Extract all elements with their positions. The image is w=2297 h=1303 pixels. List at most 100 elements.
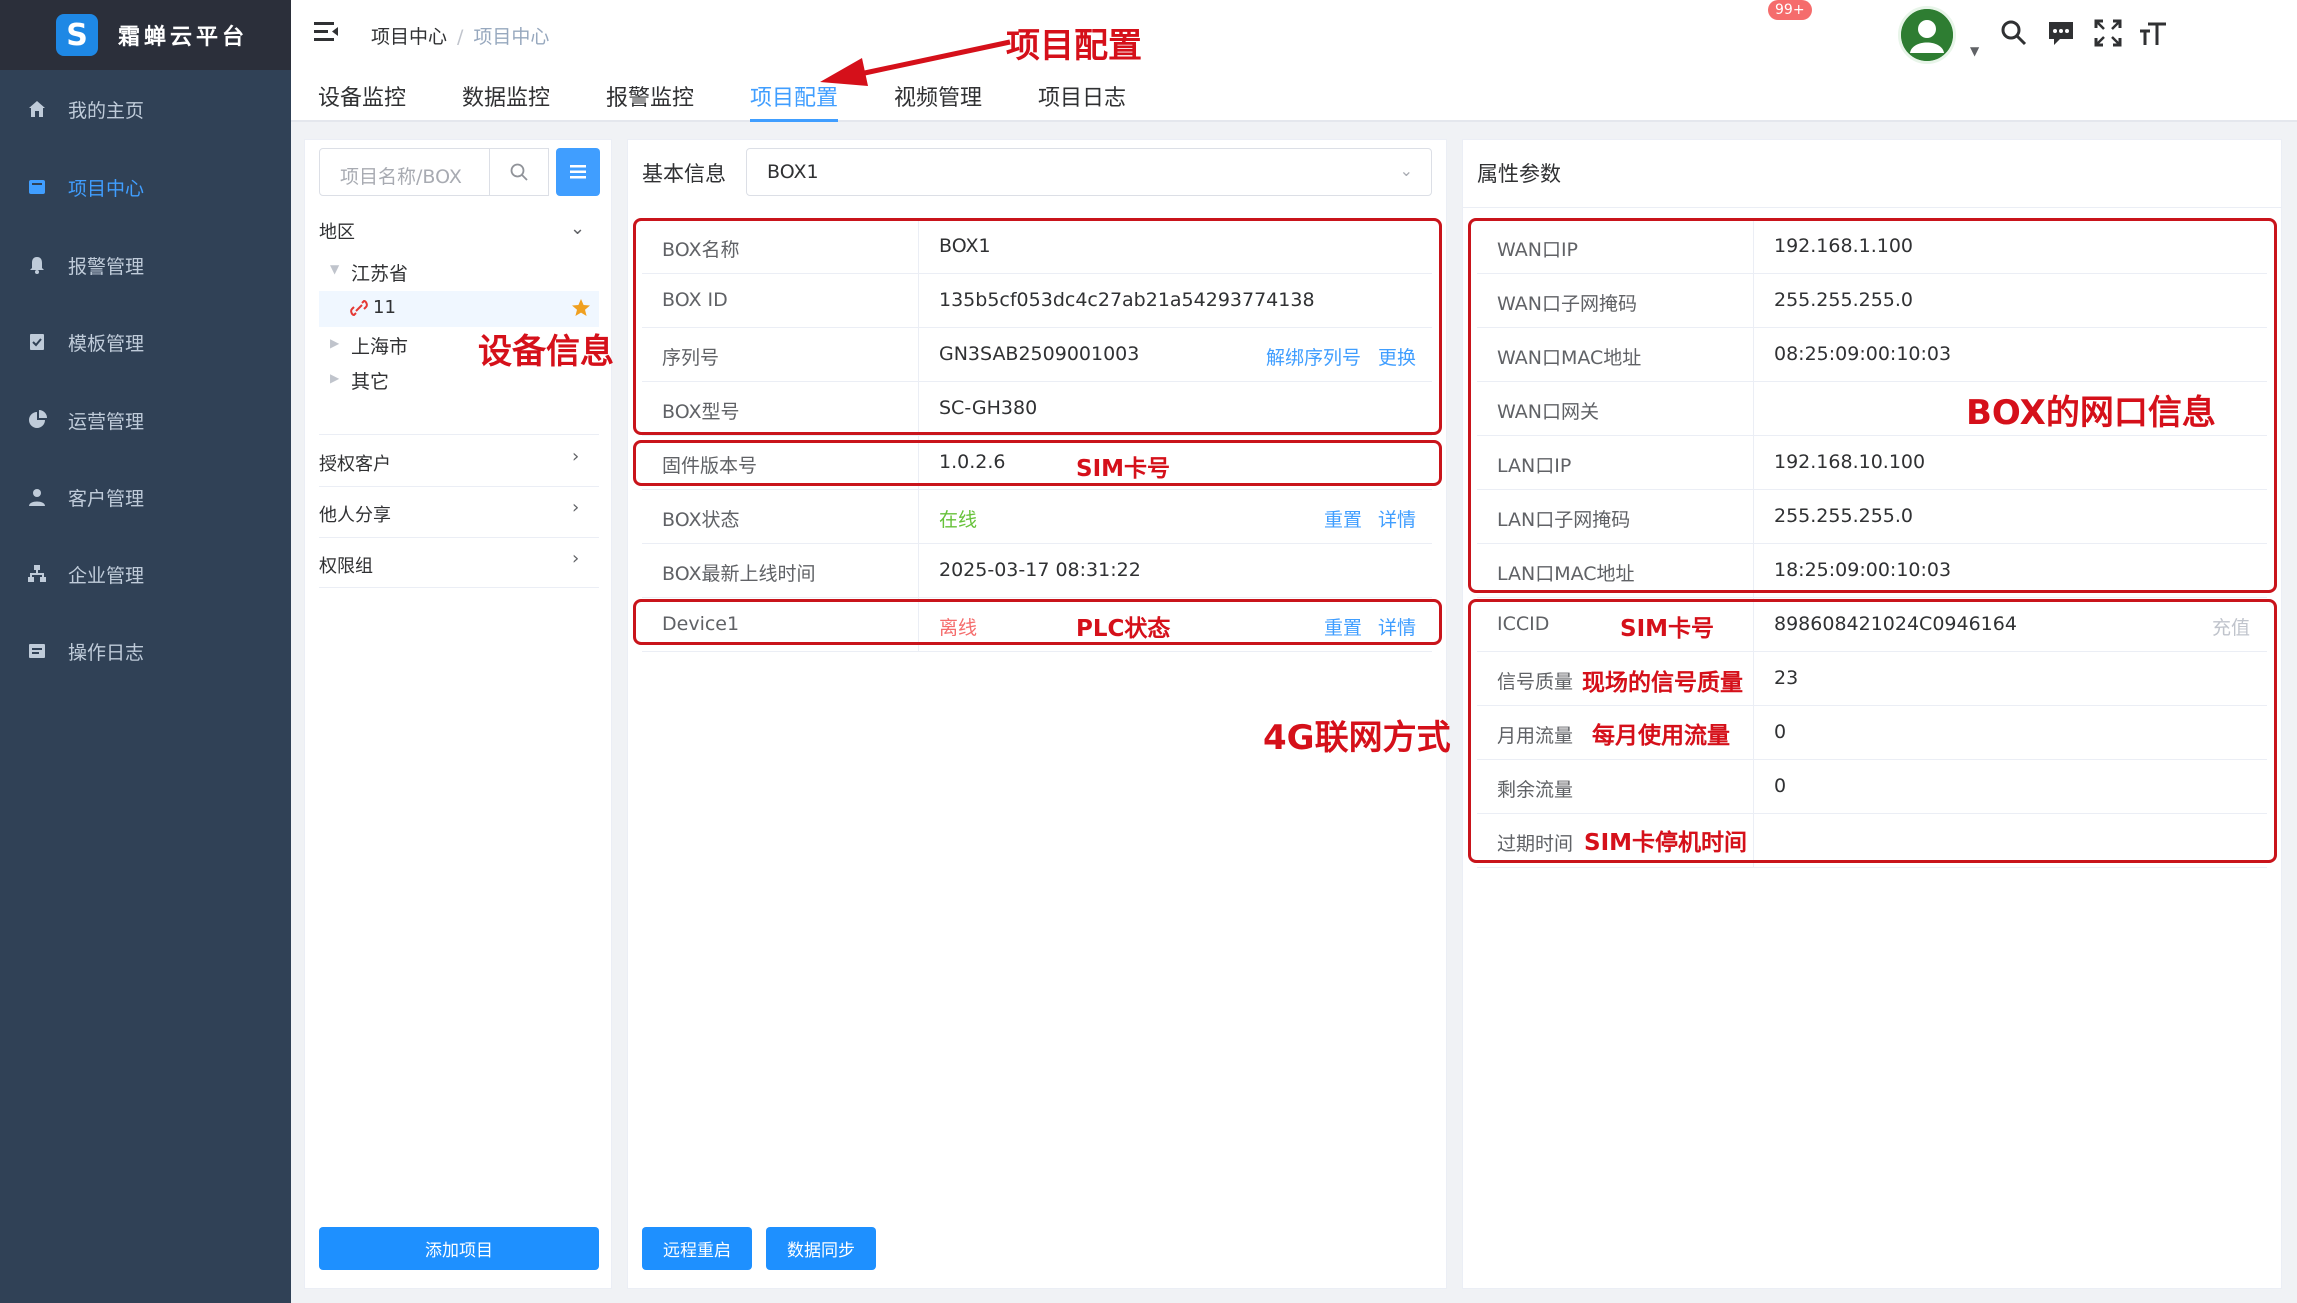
add-project-button[interactable]: 添加项目 <box>319 1227 599 1270</box>
box-select-value: BOX1 <box>767 161 819 183</box>
sidebar-item-project-center[interactable]: 项目中心 <box>0 157 291 217</box>
tab-alarm-monitor[interactable]: 报警监控 <box>606 80 694 122</box>
fullscreen-icon[interactable] <box>2093 18 2123 48</box>
app-title: 霜蝉云平台 <box>118 25 249 50</box>
box-select[interactable]: BOX1 ⌄ <box>746 148 1432 196</box>
sidebar-item-label: 操作日志 <box>68 641 145 664</box>
org-icon <box>26 563 48 585</box>
chevron-down-icon[interactable]: ⌄ <box>570 218 585 239</box>
caret-right-icon[interactable]: ▶ <box>330 336 339 350</box>
sidebar-item-label: 客户管理 <box>68 487 145 510</box>
annotation-sim-card-2: SIM卡号 <box>1620 616 1715 642</box>
search-icon <box>510 163 528 181</box>
tree-node-shanghai[interactable]: 上海市 <box>351 332 408 359</box>
sidebar-item-label: 运营管理 <box>68 410 145 433</box>
annotation-sim-card: SIM卡号 <box>1076 456 1171 482</box>
sidebar-item-home[interactable]: 我的主页 <box>0 79 291 139</box>
hamburger-icon[interactable] <box>314 21 338 43</box>
highlight-device-info <box>633 218 1442 435</box>
bell-icon <box>26 254 48 276</box>
tab-bar: 设备监控 数据监控 报警监控 项目配置 视频管理 项目日志 <box>291 70 2297 122</box>
section-authorized-customers[interactable]: 授权客户 <box>319 450 391 476</box>
list-icon <box>570 165 586 179</box>
annotation-box-network: BOX的网口信息 <box>1966 393 2216 433</box>
divider <box>319 486 599 487</box>
message-icon[interactable] <box>2046 18 2076 48</box>
sidebar-item-label: 我的主页 <box>68 99 145 122</box>
logo-icon: S <box>56 14 98 56</box>
chevron-right-icon[interactable]: › <box>572 497 579 518</box>
remote-reboot-button[interactable]: 远程重启 <box>642 1227 752 1270</box>
table-row: BOX最新上线时间 2025-03-17 08:31:22 <box>642 544 1432 598</box>
home-icon <box>26 98 48 120</box>
caret-down-icon[interactable]: ▼ <box>330 262 339 276</box>
status-online: 在线 <box>939 509 978 531</box>
sidebar-item-operation-log[interactable]: 操作日志 <box>0 621 291 681</box>
tab-project-log[interactable]: 项目日志 <box>1038 80 1126 122</box>
basic-info-title: 基本信息 <box>642 162 726 186</box>
annotation-4g-network: 4G联网方式 <box>1263 718 1451 758</box>
search-icon[interactable] <box>1999 18 2029 48</box>
logo-bar: S 霜蝉云平台 <box>0 0 291 70</box>
chevron-right-icon[interactable]: › <box>572 548 579 569</box>
annotation-plc-status: PLC状态 <box>1076 616 1171 642</box>
tab-data-monitor[interactable]: 数据监控 <box>462 80 550 122</box>
breadcrumb-item[interactable]: 项目中心 <box>371 26 447 48</box>
sidebar-item-label: 报警管理 <box>68 255 145 278</box>
section-others-share[interactable]: 他人分享 <box>319 501 391 527</box>
sidebar-item-label: 企业管理 <box>68 564 145 587</box>
sidebar-item-operations[interactable]: 运营管理 <box>0 390 291 450</box>
divider <box>319 587 599 588</box>
tree-node-province[interactable]: 江苏省 <box>351 259 408 286</box>
divider <box>319 537 599 538</box>
table-row: BOX状态 在线 重置 详情 <box>642 490 1432 544</box>
sidebar-item-label: 模板管理 <box>68 332 145 355</box>
annotation-project-config: 项目配置 <box>1006 26 1142 66</box>
user-icon <box>26 486 48 508</box>
project-icon <box>26 176 48 198</box>
attributes-title: 属性参数 <box>1477 162 1561 186</box>
data-sync-button[interactable]: 数据同步 <box>766 1227 876 1270</box>
sidebar-item-alarm[interactable]: 报警管理 <box>0 235 291 295</box>
row-value: 2025-03-17 08:31:22 <box>939 559 1141 581</box>
tree-node-other[interactable]: 其它 <box>351 367 389 394</box>
unlink-icon <box>350 299 368 321</box>
breadcrumb-current: 项目中心 <box>473 26 550 48</box>
notification-badge: 99+ <box>1768 0 1812 20</box>
divider <box>319 434 599 435</box>
highlight-firmware <box>633 440 1442 486</box>
chevron-right-icon[interactable]: › <box>572 446 579 467</box>
annotation-monthly-traffic: 每月使用流量 <box>1592 723 1730 749</box>
section-permission-group[interactable]: 权限组 <box>319 552 373 578</box>
sidebar-item-template[interactable]: 模板管理 <box>0 312 291 372</box>
annotation-sim-expiry: SIM卡停机时间 <box>1584 830 1748 856</box>
sidebar-item-enterprise[interactable]: 企业管理 <box>0 544 291 604</box>
row-label: BOX状态 <box>642 490 919 543</box>
avatar[interactable] <box>1898 6 1956 64</box>
highlight-plc <box>633 599 1442 645</box>
details-link[interactable]: 详情 <box>1378 505 1416 532</box>
template-icon <box>26 331 48 353</box>
reset-link[interactable]: 重置 <box>1324 505 1362 532</box>
search-button[interactable] <box>489 148 549 196</box>
annotation-arrow-icon <box>820 39 1011 86</box>
list-view-button[interactable] <box>556 148 600 196</box>
tab-device-monitor[interactable]: 设备监控 <box>318 80 406 122</box>
divider <box>1462 207 2282 208</box>
sidebar-item-customers[interactable]: 客户管理 <box>0 467 291 527</box>
annotation-signal-quality: 现场的信号质量 <box>1582 670 1743 696</box>
log-icon <box>26 640 48 662</box>
sidebar: S 霜蝉云平台 我的主页 项目中心 报警管理 模板管理 运营管理 客户管理 企业… <box>0 0 291 1303</box>
star-icon[interactable] <box>571 298 591 322</box>
pie-chart-icon <box>26 409 48 431</box>
tree-node-project[interactable]: 11 <box>373 297 396 318</box>
region-label[interactable]: 地区 <box>319 218 355 244</box>
font-size-icon[interactable] <box>2138 18 2168 48</box>
chevron-down-icon[interactable]: ▼ <box>1970 44 1979 58</box>
top-header: 项目中心 / 项目中心 <box>291 0 2297 70</box>
chevron-down-icon: ⌄ <box>1399 161 1413 180</box>
breadcrumb: 项目中心 / 项目中心 <box>371 26 550 48</box>
caret-right-icon[interactable]: ▶ <box>330 371 339 385</box>
annotation-device-info: 设备信息 <box>478 332 614 372</box>
sidebar-item-label: 项目中心 <box>68 177 145 200</box>
